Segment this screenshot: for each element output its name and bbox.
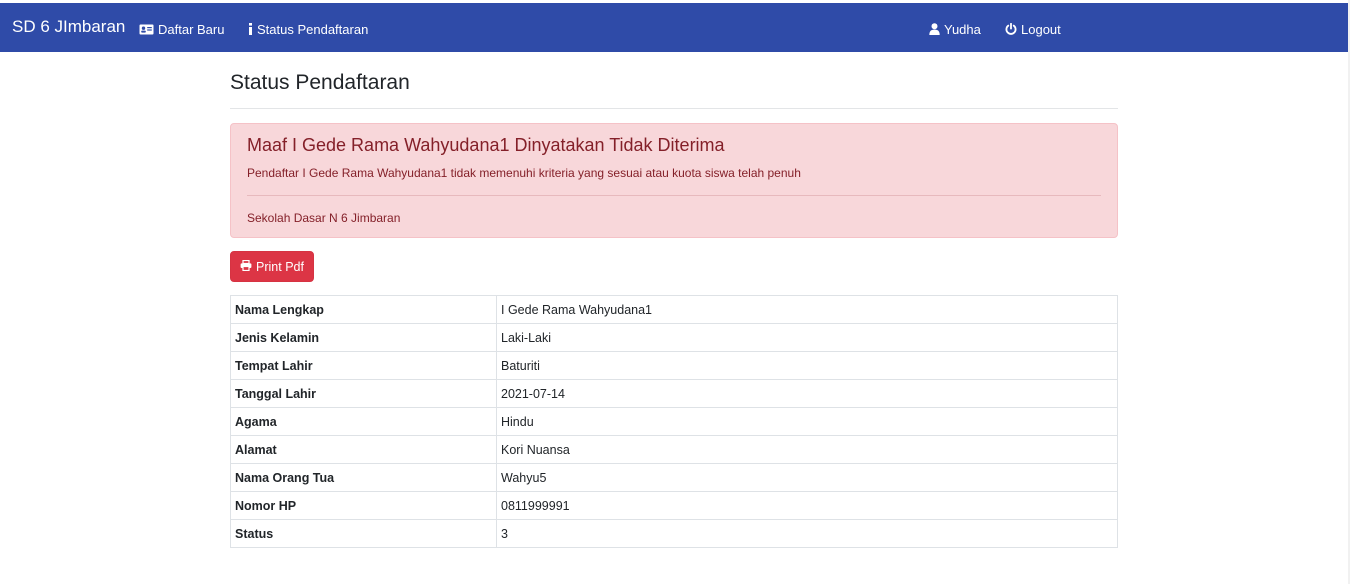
print-pdf-label: Print Pdf [256, 259, 304, 274]
nav-logout-label: Logout [1021, 21, 1061, 37]
nav-logout[interactable]: Logout [1005, 20, 1061, 38]
nav-status-pendaftaran-label: Status Pendaftaran [257, 21, 369, 37]
row-value: Hindu [496, 407, 1118, 436]
row-value: 3 [496, 519, 1118, 548]
row-label: Nama Lengkap [230, 295, 497, 324]
table-row: Nomor HP 0811999991 [230, 491, 1118, 520]
row-label: Alamat [230, 435, 497, 464]
row-label: Tempat Lahir [230, 351, 497, 380]
nav-daftar-baru-label: Daftar Baru [158, 21, 225, 37]
nav-user[interactable]: Yudha [929, 20, 981, 38]
table-row: Status 3 [230, 519, 1118, 548]
alert-footer: Sekolah Dasar N 6 Jimbaran [247, 211, 401, 225]
row-value: Wahyu5 [496, 463, 1118, 492]
table-row: Nama Lengkap I Gede Rama Wahyudana1 [230, 295, 1118, 324]
row-label: Nomor HP [230, 491, 497, 520]
info-icon [248, 23, 253, 35]
row-label: Tanggal Lahir [230, 379, 497, 408]
table-row: Jenis Kelamin Laki-Laki [230, 323, 1118, 352]
title-divider [230, 108, 1118, 109]
nav-status-pendaftaran[interactable]: Status Pendaftaran [248, 20, 368, 38]
id-card-icon [139, 24, 154, 35]
row-label: Status [230, 519, 497, 548]
navbar: SD 6 JImbaran Daftar Baru Status Pendaft… [0, 3, 1348, 52]
table-row: Tempat Lahir Baturiti [230, 351, 1118, 380]
user-icon [929, 23, 940, 35]
row-value: I Gede Rama Wahyudana1 [496, 295, 1118, 324]
print-pdf-button[interactable]: Print Pdf [230, 251, 314, 282]
nav-user-label: Yudha [944, 21, 981, 37]
row-value: Baturiti [496, 351, 1118, 380]
row-value: Kori Nuansa [496, 435, 1118, 464]
row-value: 0811999991 [496, 491, 1118, 520]
alert-text: Pendaftar I Gede Rama Wahyudana1 tidak m… [247, 166, 801, 180]
page-title: Status Pendaftaran [230, 71, 410, 94]
row-value: 2021-07-14 [496, 379, 1118, 408]
power-icon [1005, 23, 1017, 35]
table-row: Agama Hindu [230, 407, 1118, 436]
row-label: Agama [230, 407, 497, 436]
table-row: Tanggal Lahir 2021-07-14 [230, 379, 1118, 408]
rejection-alert: Maaf I Gede Rama Wahyudana1 Dinyatakan T… [230, 123, 1118, 238]
registrant-details-table: Nama Lengkap I Gede Rama Wahyudana1 Jeni… [230, 295, 1118, 548]
brand-link[interactable]: SD 6 JImbaran [12, 17, 125, 37]
row-label: Nama Orang Tua [230, 463, 497, 492]
printer-icon [240, 259, 252, 274]
row-label: Jenis Kelamin [230, 323, 497, 352]
nav-daftar-baru[interactable]: Daftar Baru [139, 20, 224, 38]
table-row: Alamat Kori Nuansa [230, 435, 1118, 464]
row-value: Laki-Laki [496, 323, 1118, 352]
alert-heading: Maaf I Gede Rama Wahyudana1 Dinyatakan T… [247, 135, 725, 155]
table-row: Nama Orang Tua Wahyu5 [230, 463, 1118, 492]
alert-divider [247, 195, 1101, 196]
